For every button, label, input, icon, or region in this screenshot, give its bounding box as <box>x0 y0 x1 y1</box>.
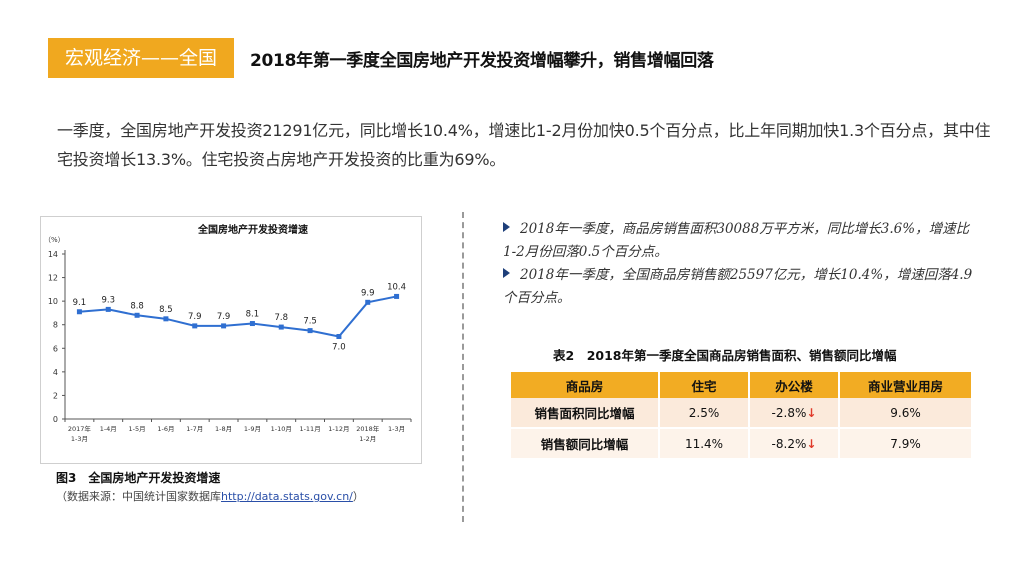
bullet-text: 2018年一季度，商品房销售面积30088万平方米，同比增长3.6%，增速比1-… <box>503 221 970 260</box>
figure-caption: 图3 全国房地产开发投资增速 <box>56 471 221 485</box>
table-cell: 9.6% <box>839 398 971 429</box>
y-tick-label: 8 <box>53 321 58 330</box>
data-point <box>192 323 198 329</box>
x-tick-label: 2017年 <box>68 424 92 433</box>
down-arrow-icon: ↓ <box>806 405 817 420</box>
table-header-row: 商品房 住宅 办公楼 商业营业用房 <box>511 372 971 398</box>
header-cell: 办公楼 <box>749 372 840 398</box>
data-point <box>278 324 284 330</box>
header-cell: 商品房 <box>511 372 660 398</box>
source-suffix: ） <box>352 490 364 503</box>
x-tick-label: 2018年 <box>356 424 380 433</box>
data-point <box>134 312 140 318</box>
chart-svg: 全国房地产开发投资增速 （%） 0 2 4 6 8 10 12 14 2017年 1-3月 1-4月 1-… <box>44 223 412 443</box>
series-line <box>79 295 397 338</box>
data-point <box>365 299 371 305</box>
table-cell: -2.8%↓ <box>749 398 840 429</box>
data-label: 10.4 <box>387 282 406 292</box>
data-point <box>394 293 400 299</box>
figure-source: （数据来源：中国统计国家数据库http://data.stats.gov.cn/… <box>56 488 364 504</box>
data-label: 8.5 <box>159 305 173 315</box>
data-label: 8.1 <box>246 310 260 320</box>
data-label: 9.1 <box>73 298 87 308</box>
table-cell: 7.9% <box>839 428 971 458</box>
bullet-text: 2018年一季度，全国商品房销售额25597亿元，增长10.4%，增速回落4.9… <box>503 267 973 306</box>
x-tick-label: 1-3月 <box>71 435 88 443</box>
investment-growth-chart: 全国房地产开发投资增速 （%） 0 2 4 6 8 10 12 14 2017年 1-3月 1-4月 1-… <box>40 216 422 464</box>
x-tick-label: 1-3月 <box>388 425 405 433</box>
data-point <box>105 306 111 312</box>
data-label: 9.9 <box>361 288 375 298</box>
x-tick-label: 1-6月 <box>157 425 174 433</box>
bullet-item: 2018年一季度，商品房销售面积30088万平方米，同比增长3.6%，增速比1-… <box>503 218 973 264</box>
table-title: 表2 2018年第一季度全国商品房销售面积、销售额同比增幅 <box>553 348 897 363</box>
y-tick-label: 0 <box>53 415 58 424</box>
x-tick-label: 1-4月 <box>100 425 117 433</box>
triangle-bullet-icon <box>503 268 510 278</box>
table-cell: 2.5% <box>659 398 750 429</box>
table-row: 销售额同比增幅 11.4% -8.2%↓ 7.9% <box>511 428 971 458</box>
sales-bullets: 2018年一季度，商品房销售面积30088万平方米，同比增长3.6%，增速比1-… <box>503 218 973 310</box>
y-tick-label: 12 <box>48 274 58 283</box>
x-tick-label: 1-11月 <box>299 425 320 433</box>
header-cell: 商业营业用房 <box>839 372 971 398</box>
data-label: 7.9 <box>188 312 202 322</box>
data-label: 9.3 <box>101 295 115 305</box>
table-cell: 11.4% <box>659 428 750 458</box>
x-tick-label: 1-2月 <box>359 435 376 443</box>
x-tick-label: 1-7月 <box>186 425 203 433</box>
triangle-bullet-icon <box>503 222 510 232</box>
chart-title: 全国房地产开发投资增速 <box>197 223 308 236</box>
data-point <box>76 309 82 315</box>
cell-value: -2.8% <box>771 405 807 420</box>
data-point <box>221 323 227 329</box>
x-tick-label: 1-12月 <box>328 425 349 433</box>
header-cell: 住宅 <box>659 372 750 398</box>
data-point <box>163 316 169 322</box>
cell-value: -8.2% <box>771 436 807 451</box>
section-tag: 宏观经济——全国 <box>48 38 234 78</box>
data-point <box>307 328 313 334</box>
y-tick-label: 10 <box>48 297 58 306</box>
x-tick-label: 1-5月 <box>129 425 146 433</box>
page-title: 2018年第一季度全国房地产开发投资增幅攀升，销售增幅回落 <box>250 51 714 71</box>
data-label: 7.5 <box>303 317 317 327</box>
data-label: 7.8 <box>274 313 288 323</box>
source-link[interactable]: http://data.stats.gov.cn/ <box>221 490 353 503</box>
sales-growth-table: 商品房 住宅 办公楼 商业营业用房 销售面积同比增幅 2.5% -2.8%↓ 9… <box>511 372 971 458</box>
y-axis-label: （%） <box>44 236 65 244</box>
data-label: 8.8 <box>130 301 144 311</box>
y-tick-label: 2 <box>53 391 58 400</box>
data-label: 7.9 <box>217 312 231 322</box>
y-tick-label: 4 <box>53 368 58 377</box>
divider <box>462 212 464 522</box>
bullet-item: 2018年一季度，全国商品房销售额25597亿元，增长10.4%，增速回落4.9… <box>503 264 973 310</box>
source-prefix: （数据来源：中国统计国家数据库 <box>56 490 221 503</box>
row-label: 销售面积同比增幅 <box>511 398 660 429</box>
data-point <box>336 334 342 339</box>
table-cell: -8.2%↓ <box>749 428 840 458</box>
intro-paragraph: 一季度，全国房地产开发投资21291亿元，同比增长10.4%，增速比1-2月份加… <box>57 121 991 169</box>
data-point <box>249 321 255 327</box>
x-tick-label: 1-10月 <box>271 425 292 433</box>
x-tick-label: 1-9月 <box>244 425 261 433</box>
data-label: 7.0 <box>332 343 346 353</box>
down-arrow-icon: ↓ <box>806 436 817 451</box>
y-tick-label: 14 <box>48 250 58 259</box>
row-label: 销售额同比增幅 <box>511 428 660 458</box>
x-tick-label: 1-8月 <box>215 425 232 433</box>
y-tick-label: 6 <box>53 344 58 353</box>
table-row: 销售面积同比增幅 2.5% -2.8%↓ 9.6% <box>511 398 971 429</box>
